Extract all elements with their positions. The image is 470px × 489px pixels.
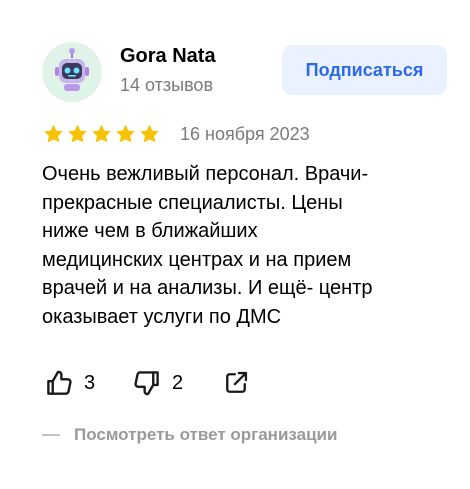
dislike-count: 2 [172, 372, 184, 394]
subscribe-button[interactable]: Подписаться [282, 45, 447, 95]
review-text: Очень вежливый персонал. Врачи- прекрасн… [42, 160, 442, 331]
dislike-button[interactable]: 2 [132, 366, 183, 400]
review-text-line: прекрасные специалисты. Цены [42, 191, 343, 214]
author-reviews-count: 14 отзывов [120, 75, 214, 95]
star-icon [68, 124, 87, 143]
avatar[interactable] [42, 42, 102, 102]
rating-stars [42, 123, 161, 145]
like-button[interactable]: 3 [44, 366, 95, 400]
dash-icon [42, 434, 60, 436]
author-name[interactable]: Gora Nata [120, 44, 216, 68]
view-org-answer-link[interactable]: Посмотреть ответ организации [42, 424, 337, 446]
review-text-line: врачей и на анализы. И ещё- центр [42, 277, 373, 299]
review-date: 16 ноября 2023 [180, 124, 310, 144]
view-org-answer-label: Посмотреть ответ организации [74, 425, 338, 444]
review-card: Gora Nata 14 отзывов Подписаться 16 нояб… [0, 0, 470, 489]
review-text-line: оказывает услуги по ДМС [42, 305, 282, 328]
like-count: 3 [84, 372, 96, 394]
share-icon [226, 371, 248, 393]
thumbs-up-icon [47, 370, 72, 395]
star-icon [140, 124, 159, 143]
robot-icon [55, 48, 89, 91]
star-icon [116, 124, 135, 143]
review-text-line: медицинских центрах и на прием [42, 248, 352, 271]
review-text-line: ниже чем в ближайших [42, 220, 258, 242]
star-icon [44, 124, 63, 143]
share-button[interactable] [222, 366, 250, 400]
thumbs-down-icon [134, 371, 159, 396]
review-text-line: Очень вежливый персонал. Врачи- [42, 163, 369, 185]
star-icon [92, 124, 111, 143]
